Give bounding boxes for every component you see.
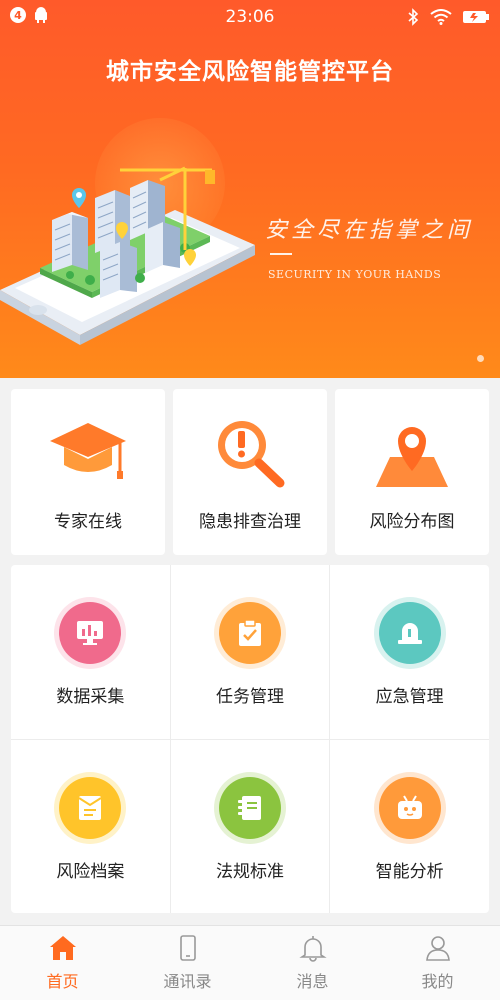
- grid-risk-archive[interactable]: 风险档案: [11, 740, 170, 913]
- feature-expert-online[interactable]: 专家在线: [11, 389, 165, 555]
- status-bar: 4 23:06: [0, 0, 500, 34]
- tab-label: 通讯录: [163, 972, 212, 991]
- bottom-tab-bar: 首页 通讯录 消息 我的: [0, 925, 500, 1000]
- city-on-phone-illustration: [0, 166, 255, 345]
- tab-label: 首页: [46, 972, 79, 991]
- banner-slogan-sub: SECURITY IN YOUR HANDS: [268, 268, 442, 281]
- battery-icon: [463, 11, 489, 23]
- feature-risk-map[interactable]: 风险分布图: [335, 389, 489, 555]
- magnifier-alert-icon: [210, 417, 290, 489]
- bell-icon: [298, 936, 327, 962]
- graduation-cap-icon: [48, 417, 128, 489]
- data-monitor-icon: [54, 597, 127, 669]
- grid-task-management[interactable]: 任务管理: [169, 565, 330, 739]
- rulebook-icon: [214, 772, 286, 844]
- feature-cards: 专家在线 隐患排查治理 风险分布图: [11, 389, 489, 555]
- grid-label: 智能分析: [375, 862, 444, 882]
- bluetooth-icon: [408, 8, 419, 26]
- feature-label: 风险分布图: [369, 512, 455, 532]
- tab-home[interactable]: 首页: [0, 926, 125, 1000]
- feature-hazard-check[interactable]: 隐患排查治理: [173, 389, 327, 555]
- feature-label: 隐患排查治理: [199, 512, 301, 532]
- wifi-icon: [430, 9, 452, 25]
- tab-mine[interactable]: 我的: [375, 926, 500, 1000]
- function-grid: 数据采集 任务管理 应急管理 风险档案 法规标准 智能分析: [11, 565, 489, 913]
- robot-tv-icon: [373, 772, 446, 844]
- grid-label: 风险档案: [56, 862, 125, 882]
- hero-banner[interactable]: 4 23:06 城市安全风险智能管控平台 安全尽在指掌之间 SECURITY I…: [0, 0, 500, 378]
- grid-data-collection[interactable]: 数据采集: [11, 565, 170, 739]
- grid-label: 法规标准: [216, 862, 284, 882]
- grid-emergency-management[interactable]: 应急管理: [329, 565, 489, 739]
- grid-label: 应急管理: [375, 687, 444, 707]
- tab-messages[interactable]: 消息: [250, 926, 375, 1000]
- grid-row: 风险档案 法规标准 智能分析: [11, 739, 489, 913]
- phone-icon: [179, 935, 196, 961]
- tab-label: 消息: [296, 972, 329, 991]
- tab-label: 我的: [421, 972, 454, 991]
- user-icon: [425, 936, 450, 961]
- slogan-divider: [270, 253, 292, 255]
- emergency-beacon-icon: [373, 597, 446, 669]
- grid-smart-analysis[interactable]: 智能分析: [329, 740, 489, 913]
- banner-slogan: 安全尽在指掌之间: [265, 218, 474, 243]
- grid-row: 数据采集 任务管理 应急管理: [11, 565, 489, 739]
- app-title: 城市安全风险智能管控平台: [106, 59, 394, 85]
- archive-envelope-icon: [54, 772, 127, 844]
- carousel-indicator[interactable]: [477, 355, 484, 362]
- grid-label: 任务管理: [216, 687, 284, 707]
- clipboard-check-icon: [214, 597, 286, 669]
- grid-regulations[interactable]: 法规标准: [169, 740, 330, 913]
- map-pin-icon: [372, 417, 452, 489]
- feature-label: 专家在线: [54, 512, 122, 532]
- grid-label: 数据采集: [56, 687, 125, 707]
- tab-contacts[interactable]: 通讯录: [125, 926, 250, 1000]
- home-icon: [49, 936, 76, 960]
